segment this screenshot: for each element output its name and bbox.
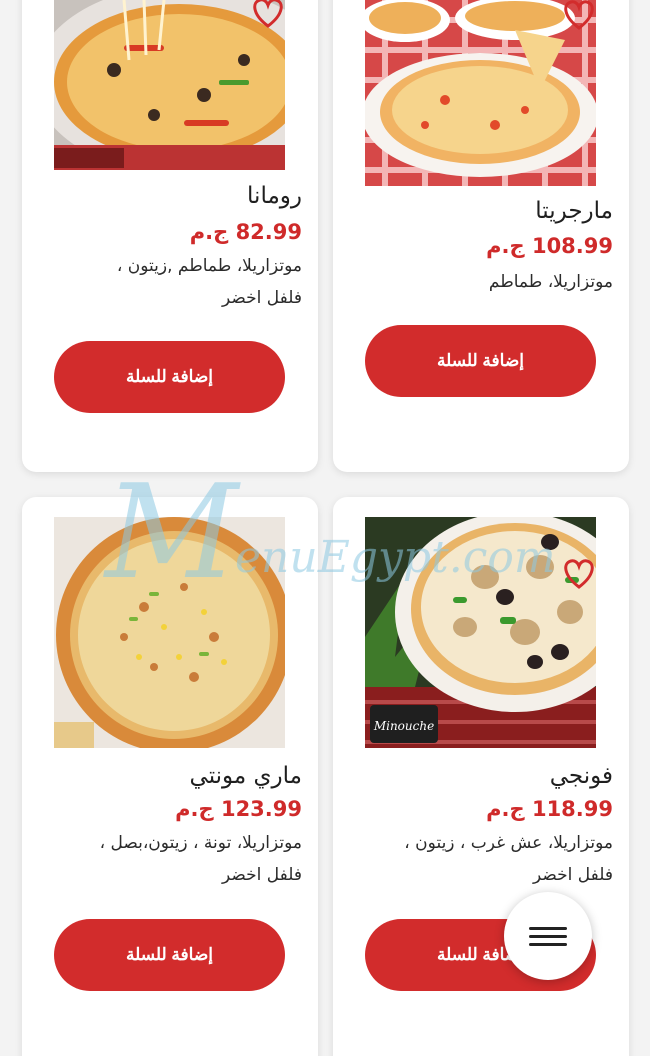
svg-text:Minouche: Minouche: [373, 719, 434, 733]
product-name: فونجي: [549, 763, 613, 789]
product-image[interactable]: [54, 517, 285, 748]
product-description: موتزاريلا، طماطم ,زيتون ، فلفل اخضر: [116, 256, 302, 308]
product-image[interactable]: Minouche: [365, 517, 596, 748]
product-price: 108.99 ج.م: [486, 234, 613, 258]
product-card-funghi: Minouche فونجي 118.99 ج.م موتزاريلا، عش …: [333, 497, 629, 1056]
add-to-cart-button[interactable]: إضافة للسلة: [54, 919, 285, 991]
product-price: 82.99 ج.م: [189, 220, 302, 244]
product-name: مارجريتا: [535, 198, 613, 224]
product-name: ماري مونتي: [189, 763, 302, 789]
product-price: 118.99 ج.م: [486, 797, 613, 821]
product-card-mari-monti: ماري مونتي 123.99 ج.م موتزاريلا، تونة ، …: [22, 497, 318, 1056]
add-to-cart-button[interactable]: إضافة للسلة: [365, 325, 596, 397]
heart-icon[interactable]: [561, 0, 597, 30]
product-grid: رومانا 82.99 ج.م موتزاريلا، طماطم ,زيتون…: [0, 0, 650, 1056]
menu-button[interactable]: [504, 892, 592, 980]
hamburger-menu-icon: [529, 922, 567, 951]
product-card-romana: رومانا 82.99 ج.م موتزاريلا، طماطم ,زيتون…: [22, 0, 318, 472]
product-price: 123.99 ج.م: [175, 797, 302, 821]
product-description: موتزاريلا، طماطم: [488, 272, 613, 292]
product-description: موتزاريلا، تونة ، زيتون،بصل ، فلفل اخضر: [99, 833, 302, 885]
product-card-margherita: مارجريتا 108.99 ج.م موتزاريلا، طماطم إضا…: [333, 0, 629, 472]
product-description: موتزاريلا، عش غرب ، زيتون ، فلفل اخضر: [404, 833, 613, 885]
add-to-cart-button[interactable]: إضافة للسلة: [54, 341, 285, 413]
heart-icon[interactable]: [250, 0, 286, 28]
product-name: رومانا: [247, 183, 302, 209]
heart-icon[interactable]: [561, 557, 597, 589]
